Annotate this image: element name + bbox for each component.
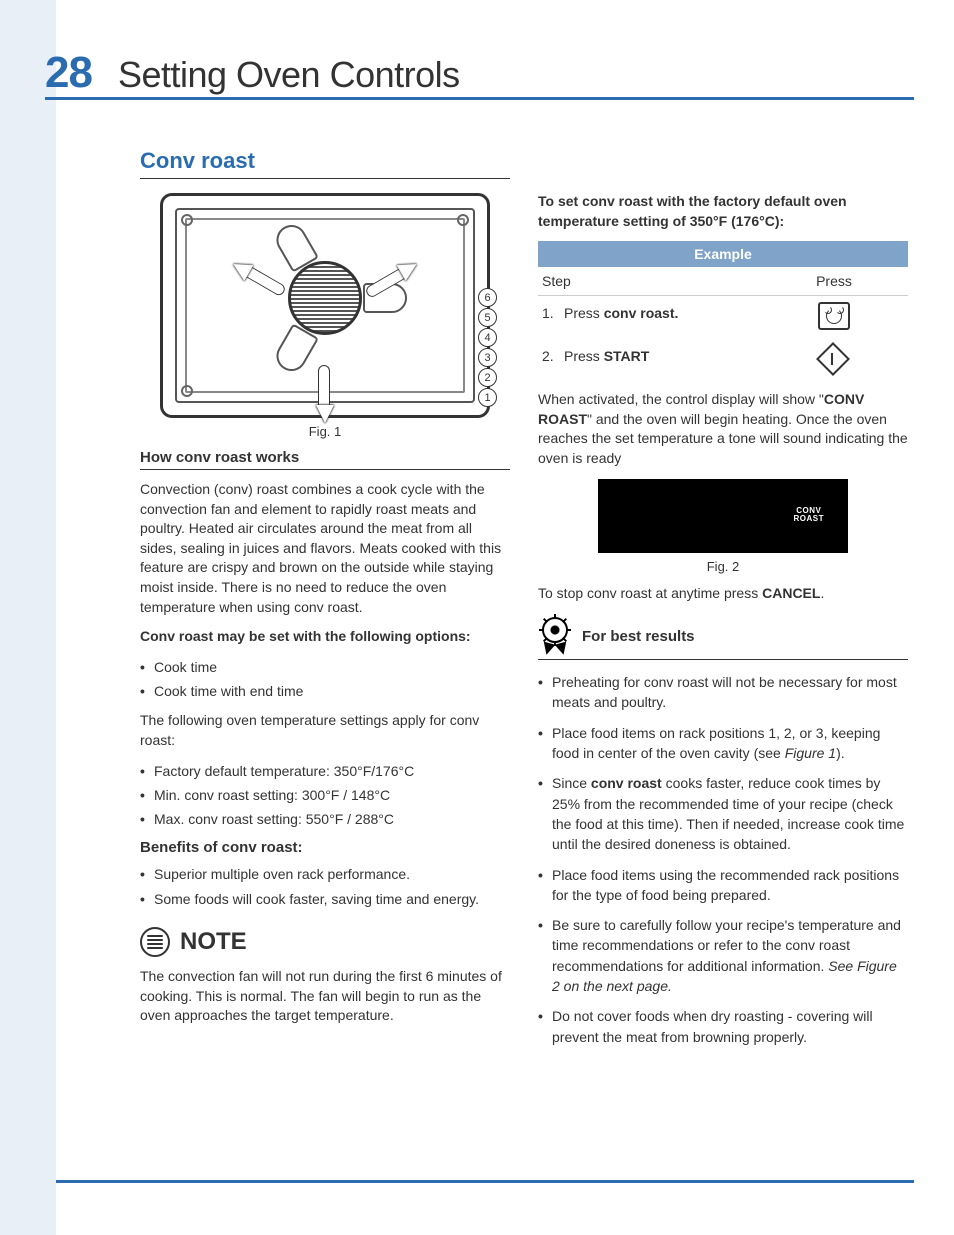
- page-title: Setting Oven Controls: [118, 54, 460, 96]
- stop-paragraph: To stop conv roast at anytime press CANC…: [538, 584, 908, 604]
- rack-position-labels: 6 5 4 3 2 1: [478, 288, 497, 407]
- how-works-heading: How conv roast works: [140, 449, 510, 470]
- example-table: Example Step Press Press conv roast. Pre…: [538, 241, 908, 382]
- how-works-paragraph: Convection (conv) roast combines a cook …: [140, 480, 510, 617]
- footer-rule: [56, 1180, 914, 1183]
- best-results-heading-row: For best results: [538, 617, 908, 660]
- left-margin-bar: [0, 0, 56, 1235]
- options-intro: Conv roast may be set with the following…: [140, 627, 510, 647]
- best-results-list: Preheating for conv roast will not be ne…: [538, 672, 908, 1047]
- note-label: NOTE: [180, 928, 247, 956]
- right-column: To set conv roast with the factory defau…: [538, 148, 908, 1057]
- temps-list: Factory default temperature: 350°F/176°C…: [140, 761, 510, 830]
- step-1: Press conv roast.: [542, 303, 756, 323]
- temps-intro: The following oven temperature settings …: [140, 711, 510, 750]
- activated-paragraph: When activated, the control display will…: [538, 390, 908, 468]
- start-button-icon: [819, 345, 849, 373]
- display-text: CONV ROAST: [794, 507, 825, 525]
- benefits-list: Superior multiple oven rack performance.…: [140, 864, 510, 909]
- list-item: Since conv roast cooks faster, reduce co…: [538, 773, 908, 854]
- note-icon: [140, 927, 170, 957]
- figure-2-caption: Fig. 2: [538, 559, 908, 574]
- note-box: NOTE The convection fan will not run dur…: [140, 927, 510, 1026]
- list-item: Be sure to carefully follow your recipe'…: [538, 915, 908, 996]
- left-column: Conv roast 6 5 4 3 2 1 Fig. 1 How: [140, 148, 510, 1057]
- list-item: Place food items using the recommended r…: [538, 865, 908, 906]
- page-number: 28: [45, 48, 92, 98]
- section-heading: Conv roast: [140, 148, 510, 179]
- page-header: 28 Setting Oven Controls: [45, 48, 914, 100]
- note-body: The convection fan will not run during t…: [140, 967, 510, 1026]
- benefits-heading: Benefits of conv roast:: [140, 839, 510, 856]
- options-list: Cook time Cook time with end time: [140, 657, 510, 702]
- figure-1-oven-diagram: 6 5 4 3 2 1: [160, 193, 490, 418]
- content: Conv roast 6 5 4 3 2 1 Fig. 1 How: [140, 148, 910, 1057]
- col-step: Step: [538, 267, 760, 296]
- conv-roast-button-icon: [818, 302, 850, 330]
- example-header: Example: [538, 241, 908, 267]
- figure-1-caption: Fig. 1: [140, 424, 510, 439]
- list-item: Place food items on rack positions 1, 2,…: [538, 723, 908, 764]
- col-press: Press: [760, 267, 908, 296]
- list-item: Do not cover foods when dry roasting - c…: [538, 1006, 908, 1047]
- set-intro: To set conv roast with the factory defau…: [538, 192, 908, 231]
- best-results-heading: For best results: [582, 628, 695, 645]
- step-2: Press START: [542, 346, 756, 366]
- list-item: Preheating for conv roast will not be ne…: [538, 672, 908, 713]
- figure-2-display: CONV ROAST: [598, 479, 848, 553]
- ribbon-icon: [538, 617, 572, 655]
